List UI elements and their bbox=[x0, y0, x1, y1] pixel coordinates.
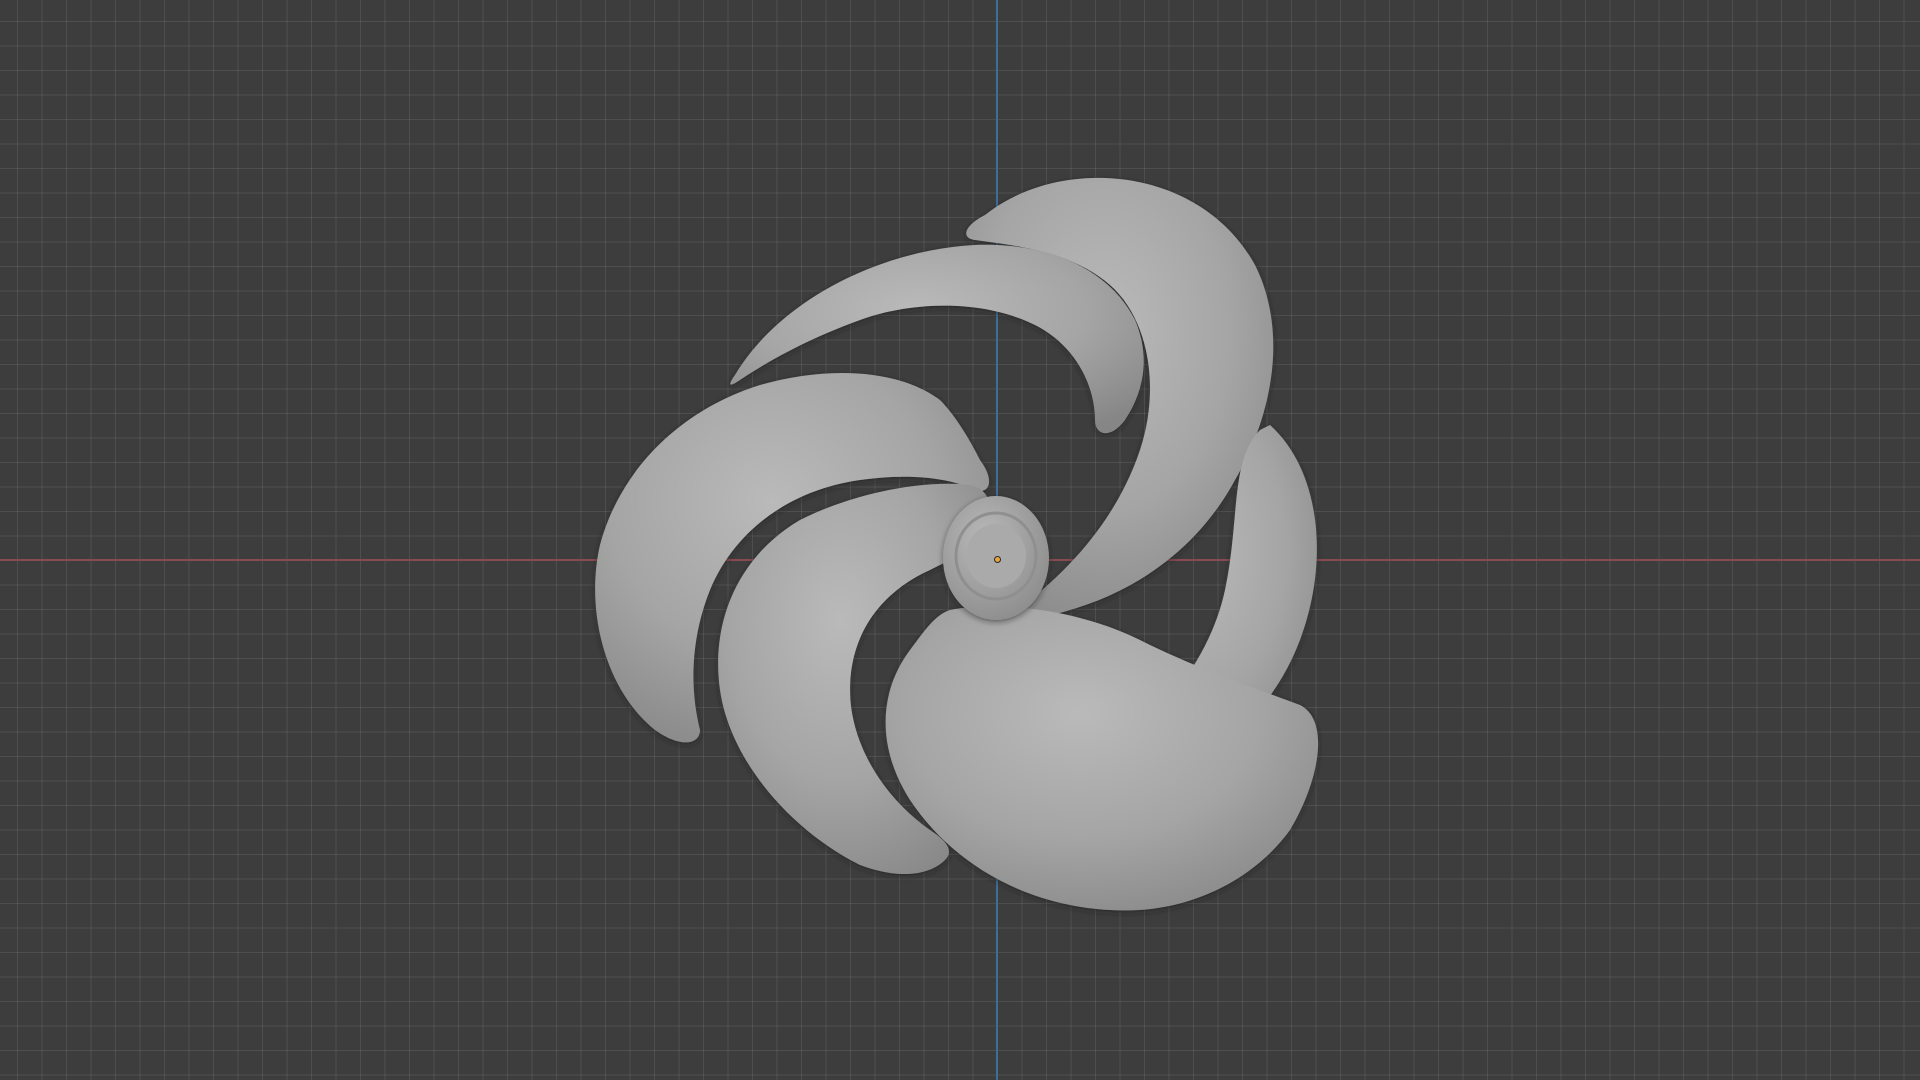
impeller-mesh[interactable] bbox=[0, 0, 1920, 1080]
object-origin-point bbox=[994, 556, 1001, 563]
3d-viewport[interactable] bbox=[0, 0, 1920, 1080]
